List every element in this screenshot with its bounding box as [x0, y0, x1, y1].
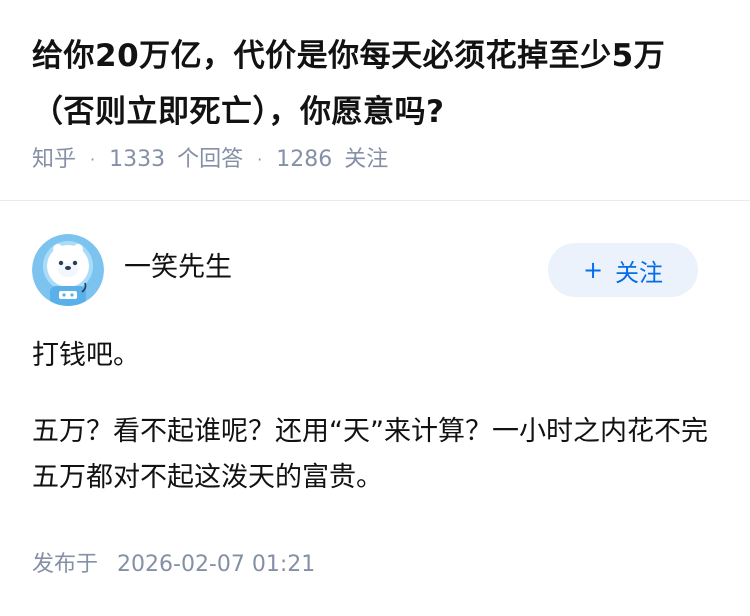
follow-button-label: 关注 [615, 258, 664, 287]
plus-icon: + [582, 256, 604, 284]
source-label[interactable]: 知乎 [32, 143, 76, 177]
separator-dot: · [257, 150, 263, 169]
answer-paragraph: 五万？看不起谁呢？还用“天”来计算？一小时之内花不完五万都对不起这泼天的富贵。 [32, 416, 708, 493]
published-time: 2026-02-07 01:21 [117, 552, 316, 577]
publish-info: 发布于 2026-02-07 01:21 [32, 548, 315, 582]
answer-paragraph: 打钱吧。 [32, 340, 140, 371]
follower-count: 1286 [276, 147, 333, 172]
answer-content: 打钱吧。 五万？看不起谁呢？还用“天”来计算？一小时之内花不完五万都对不起这泼天… [32, 333, 722, 501]
follow-button[interactable]: + 关注 [548, 243, 698, 297]
question-meta: 知乎 · 1333 个回答 · 1286 关注 [32, 143, 388, 177]
section-divider [0, 200, 750, 201]
zhihu-answer-page: 给你20万亿，代价是你每天必须花掉至少5万（否则立即死亡），你愿意吗? 知乎 ·… [0, 0, 750, 616]
separator-dot: · [90, 150, 96, 169]
question-title[interactable]: 给你20万亿，代价是你每天必须花掉至少5万（否则立即死亡），你愿意吗? [32, 28, 722, 140]
answer-count-label: 个回答 [177, 147, 244, 172]
avatar[interactable] [32, 234, 104, 306]
author-name[interactable]: 一笑先生 [124, 248, 232, 288]
published-label: 发布于 [32, 552, 99, 577]
answer-count: 1333 [109, 147, 166, 172]
question-header: 给你20万亿，代价是你每天必须花掉至少5万（否则立即死亡），你愿意吗? 知乎 ·… [0, 0, 750, 200]
follower-count-label: 关注 [344, 147, 389, 172]
polar-bear-astronaut-icon [32, 234, 104, 306]
